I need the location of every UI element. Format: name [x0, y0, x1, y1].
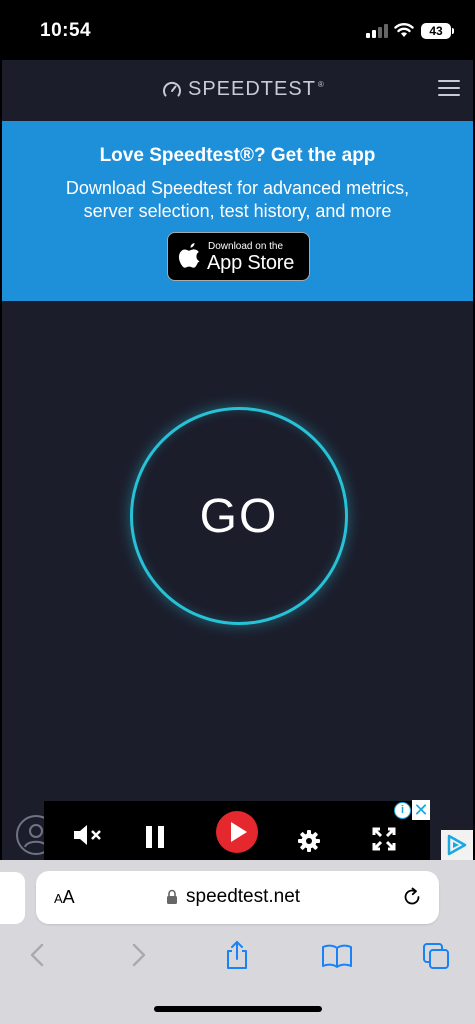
battery-icon: 43	[421, 23, 454, 39]
app-store-small-text: Download on the	[208, 241, 284, 252]
status-time: 10:54	[40, 20, 92, 41]
trademark-mark: ®	[317, 80, 325, 89]
promo-subtitle-line-2: server selection, test history, and more	[83, 201, 392, 221]
app-store-big-text: App Store	[207, 252, 295, 274]
app-store-button[interactable]: Download on the App Store	[167, 232, 310, 281]
forward-chevron-icon[interactable]	[124, 940, 152, 970]
cellular-signal-icon	[366, 24, 388, 38]
adchoices-triangle-icon	[447, 834, 467, 856]
tabs-icon[interactable]	[422, 940, 450, 970]
hamburger-menu-icon[interactable]	[438, 80, 460, 98]
gauge-icon	[163, 81, 181, 96]
play-icon[interactable]	[215, 810, 259, 854]
promo-title: Love Speedtest®? Get the app	[99, 145, 376, 166]
fullscreen-icon[interactable]	[372, 827, 396, 851]
mute-icon[interactable]	[72, 823, 106, 847]
speedtest-page: SPEEDTEST ® Love Speedtest®? Get the app…	[2, 60, 473, 860]
text-size-button[interactable]: AA	[54, 887, 75, 908]
settings-gear-icon[interactable]	[298, 830, 320, 852]
ad-close-icon[interactable]: ✕	[412, 800, 430, 820]
speedtest-logo[interactable]: SPEEDTEST ®	[162, 78, 325, 101]
browser-toolbar: AA speedtest.net	[0, 860, 475, 1024]
lock-icon	[167, 889, 177, 904]
url-text: speedtest.net	[186, 886, 301, 907]
apple-logo-icon	[178, 243, 200, 268]
wifi-icon	[394, 23, 414, 37]
reload-icon[interactable]	[402, 887, 422, 907]
pause-icon[interactable]	[144, 825, 166, 849]
ad-info-icon[interactable]: i	[394, 802, 411, 819]
address-bar[interactable]: AA speedtest.net	[36, 871, 439, 924]
bookmarks-book-icon[interactable]	[321, 940, 353, 970]
go-button[interactable]: GO	[130, 407, 348, 625]
video-ad-player	[44, 801, 430, 860]
brand-name: SPEEDTEST	[188, 78, 316, 100]
status-bar: 10:54 43	[0, 0, 475, 60]
home-indicator[interactable]	[154, 1006, 322, 1012]
app-promo-banner: Love Speedtest®? Get the app Download Sp…	[2, 121, 473, 301]
back-chevron-icon[interactable]	[24, 940, 52, 970]
adchoices-icon[interactable]	[441, 830, 473, 860]
promo-subtitle-line-1: Download Speedtest for advanced metrics,	[65, 178, 410, 198]
previous-tab-preview[interactable]	[0, 872, 25, 924]
site-header: SPEEDTEST ®	[2, 60, 473, 120]
share-icon[interactable]	[223, 940, 251, 970]
